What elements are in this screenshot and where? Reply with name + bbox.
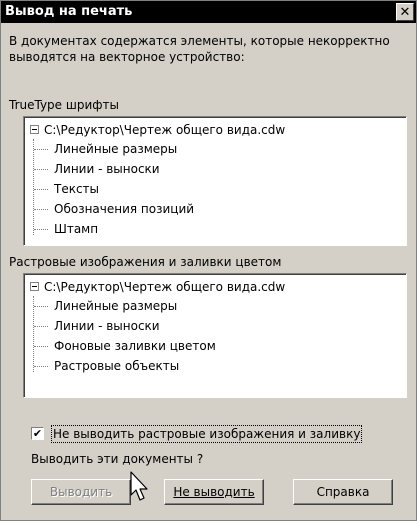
tree-root-label: C:\Редуктор\Чертеж общего вида.cdw xyxy=(44,280,286,294)
tree-root-label: C:\Редуктор\Чертеж общего вида.cdw xyxy=(44,123,286,137)
print-button-label: Выводить xyxy=(49,485,113,499)
help-button-label: Справка xyxy=(316,485,370,499)
truetype-group-label: TrueType шрифты xyxy=(9,98,119,112)
print-dialog: Вывод на печать ✕ В документах содержатс… xyxy=(0,0,417,521)
skip-raster-checkbox-label[interactable]: Не выводить растровые изображения и зали… xyxy=(51,425,363,443)
print-button[interactable]: Выводить xyxy=(31,479,131,505)
skip-raster-checkbox[interactable]: ✔ xyxy=(31,427,44,440)
mouse-pointer-icon xyxy=(130,471,148,501)
close-icon: ✕ xyxy=(399,5,411,20)
collapse-icon[interactable] xyxy=(30,125,39,134)
confirm-question: Выводить эти документы ? xyxy=(31,452,204,466)
help-button[interactable]: Справка xyxy=(293,479,393,505)
raster-group-label: Растровые изображения и заливки цветом xyxy=(9,255,282,269)
tree-connector xyxy=(33,296,34,372)
dialog-title: Вывод на печать xyxy=(5,4,133,19)
no-print-button[interactable]: Не выводить xyxy=(164,479,264,505)
warning-message: В документах содержатся элементы, которы… xyxy=(9,34,390,64)
collapse-icon[interactable] xyxy=(30,282,39,291)
truetype-tree[interactable]: C:\Редуктор\Чертеж общего вида.cdw Линей… xyxy=(23,116,407,246)
no-print-button-label: Не выводить xyxy=(173,485,255,499)
raster-tree[interactable]: C:\Редуктор\Чертеж общего вида.cdw Линей… xyxy=(23,273,407,398)
title-bar[interactable]: Вывод на печать ✕ xyxy=(1,1,416,23)
tree-connector xyxy=(33,139,34,235)
close-button[interactable]: ✕ xyxy=(396,3,414,21)
